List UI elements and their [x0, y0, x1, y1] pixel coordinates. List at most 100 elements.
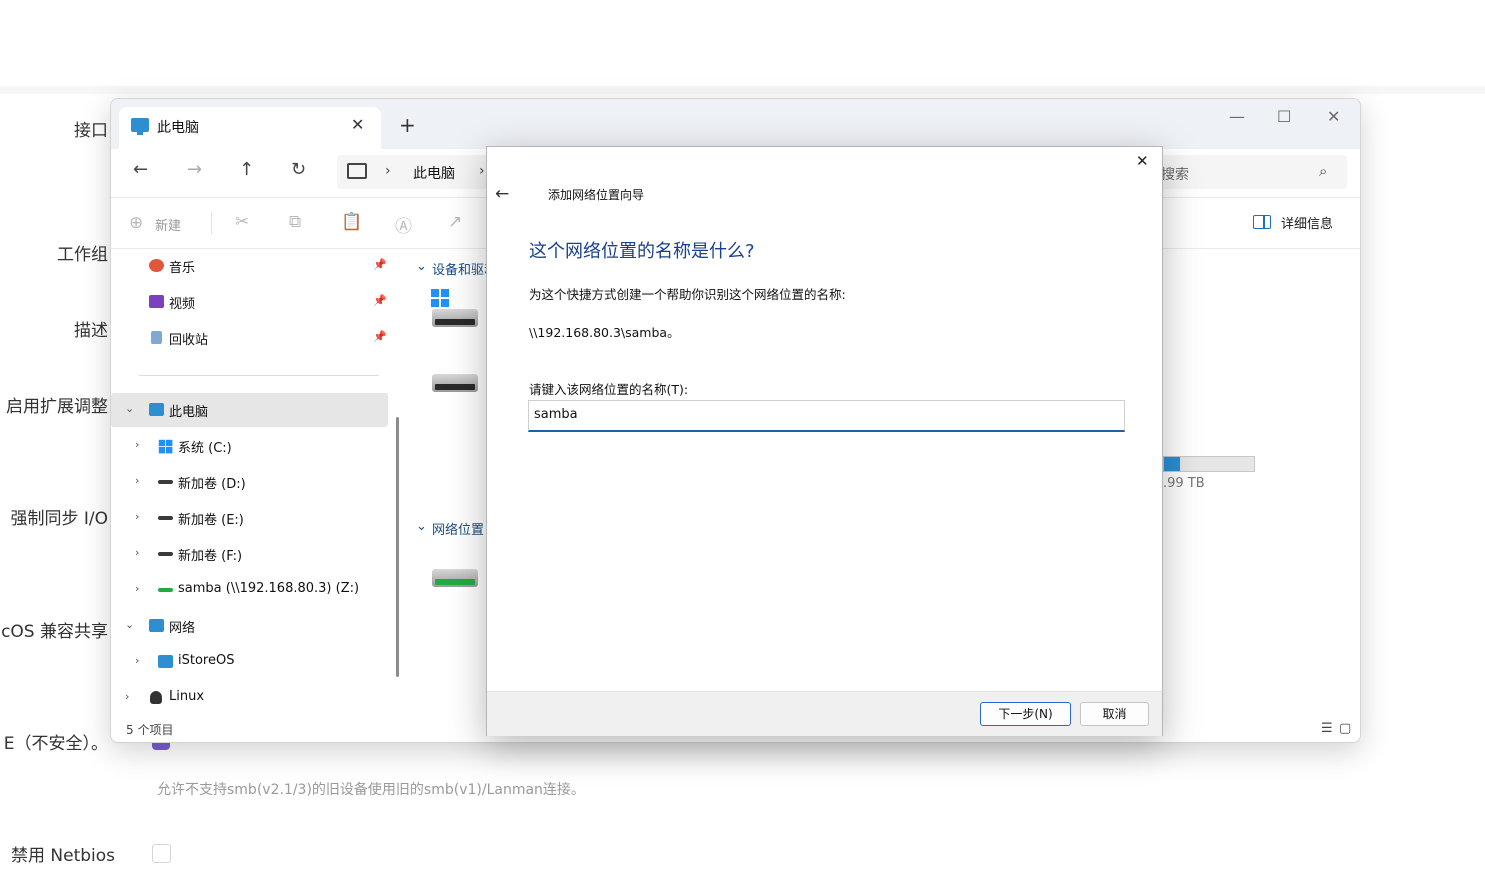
setting-label-macos-compat: acOS 兼容共享 — [0, 622, 108, 642]
windows-drive-icon — [158, 439, 173, 454]
chevron-right-icon[interactable]: › — [135, 582, 139, 595]
tab-close-icon[interactable]: ✕ — [351, 115, 364, 134]
network-drive-icon — [158, 588, 173, 592]
network-path: \\192.168.80.3\samba。 — [529, 325, 680, 340]
sidebar-item-linux[interactable]: › Linux — [111, 681, 388, 715]
name-input-label: 请键入该网络位置的名称(T): — [529, 382, 689, 397]
rename-icon[interactable]: Ⓐ — [395, 212, 412, 237]
chevron-right-icon[interactable]: › — [135, 474, 139, 487]
drive-d-icon[interactable] — [432, 374, 478, 392]
drive-icon — [158, 552, 173, 556]
breadcrumb-chevron-2[interactable]: › — [479, 163, 485, 179]
sidebar-label: 此电脑 — [169, 405, 209, 420]
group-network-chevron[interactable]: ⌄ — [416, 519, 427, 534]
sidebar-label: 音乐 — [169, 261, 196, 276]
setting-description-smb1: 允许不支持smb(v2.1/3)的旧设备使用旧的smb(v1)/Lanman连接… — [157, 782, 585, 798]
sidebar-label: 回收站 — [169, 333, 209, 348]
forward-button[interactable]: → — [187, 159, 202, 180]
new-tab-button[interactable]: + — [399, 115, 416, 135]
drive-icon — [158, 480, 173, 484]
drive-c-icon[interactable] — [432, 309, 478, 327]
network-icon — [149, 619, 164, 632]
paste-icon[interactable]: 📋 — [341, 212, 362, 232]
pin-icon: 📌 — [373, 294, 387, 307]
group-header-network-locations[interactable]: 网络位置 — [432, 519, 484, 538]
chevron-right-icon[interactable]: › — [135, 438, 139, 451]
maximize-button[interactable]: ☐ — [1277, 107, 1291, 126]
computer-icon — [149, 403, 164, 416]
dialog-instruction: 为这个快捷方式创建一个帮助你识别这个网络位置的名称: — [529, 287, 846, 302]
add-network-location-wizard: ✕ ← 添加网络位置向导 这个网络位置的名称是什么? 为这个快捷方式创建一个帮助… — [486, 146, 1163, 736]
breadcrumb-chevron[interactable]: › — [385, 163, 391, 179]
chevron-right-icon[interactable]: › — [135, 546, 139, 559]
drive-usage-bar — [1163, 456, 1255, 472]
chevron-down-icon[interactable]: ⌄ — [125, 618, 134, 631]
minimize-button[interactable]: — — [1229, 107, 1245, 126]
setting-label-insecure: E（不安全）。 — [3, 734, 108, 754]
drive-icon — [158, 516, 173, 520]
navigation-pane: 音乐 📌 视频 📌 回收站 📌 ⌄ 此电脑 › 系统 (C:) › 新加卷 (D… — [111, 249, 396, 715]
setting-label-disable-netbios: 禁用 Netbios — [11, 846, 116, 866]
sidebar-label: 系统 (C:) — [178, 441, 232, 456]
location-name-input[interactable]: samba — [528, 400, 1125, 432]
pin-icon: 📌 — [373, 330, 387, 343]
sidebar-item-samba-drive[interactable]: › samba (\\192.168.80.3) (Z:) — [111, 573, 388, 607]
tab-this-pc[interactable]: 此电脑 ✕ — [119, 107, 381, 149]
next-button[interactable]: 下一步(N) — [980, 702, 1071, 726]
sidebar-item-drive-d[interactable]: › 新加卷 (D:) — [111, 465, 388, 499]
tile-view-icon[interactable]: ▢ — [1339, 721, 1351, 736]
recycle-bin-icon — [151, 331, 162, 344]
setting-label-description: 描述 — [74, 321, 108, 341]
cancel-button[interactable]: 取消 — [1080, 702, 1149, 726]
setting-label-interface: 接口 — [74, 121, 108, 141]
copy-icon[interactable]: ⧉ — [289, 212, 301, 232]
item-count: 5 个项目 — [126, 723, 174, 737]
sidebar-item-istoreos[interactable]: › iStoreOS — [111, 645, 388, 679]
toolbar-divider — [211, 212, 212, 234]
tab-title: 此电脑 — [157, 120, 199, 136]
title-bar: 此电脑 ✕ + — ☐ ✕ — [111, 99, 1360, 149]
dialog-heading: 这个网络位置的名称是什么? — [529, 241, 755, 262]
sidebar-item-drive-f[interactable]: › 新加卷 (F:) — [111, 537, 388, 571]
list-view-icon[interactable]: ☰ — [1321, 721, 1333, 736]
linux-penguin-icon — [150, 691, 162, 704]
sidebar-label: 新加卷 (E:) — [178, 513, 244, 528]
dialog-back-button[interactable]: ← — [495, 184, 509, 204]
chevron-right-icon[interactable]: › — [125, 690, 129, 703]
breadcrumb-this-pc[interactable]: 此电脑 — [413, 163, 455, 183]
sidebar-scrollbar[interactable] — [396, 417, 399, 677]
share-icon[interactable]: ↗ — [448, 212, 462, 232]
location-name-value: samba — [534, 407, 578, 422]
up-button[interactable]: ↑ — [239, 159, 254, 180]
new-button[interactable]: 新建 — [155, 215, 181, 234]
refresh-button[interactable]: ↻ — [291, 159, 306, 180]
chevron-right-icon[interactable]: › — [135, 654, 139, 667]
new-icon[interactable]: ⊕ — [129, 213, 143, 233]
music-icon — [149, 259, 164, 272]
sidebar-item-recycle-bin[interactable]: 回收站 📌 — [111, 321, 388, 355]
chevron-down-icon[interactable]: ⌄ — [125, 402, 134, 415]
back-button[interactable]: ← — [133, 159, 148, 180]
dialog-close-button[interactable]: ✕ — [1136, 152, 1149, 170]
drive-usage-fill — [1164, 457, 1181, 471]
sidebar-item-drive-c[interactable]: › 系统 (C:) — [111, 429, 388, 463]
sidebar-label: 新加卷 (D:) — [178, 477, 246, 492]
sidebar-item-music[interactable]: 音乐 📌 — [111, 249, 388, 283]
search-input[interactable]: 搜索 ⌕ — [1151, 155, 1347, 189]
sidebar-item-this-pc[interactable]: ⌄ 此电脑 — [111, 393, 388, 427]
cut-icon[interactable]: ✂ — [235, 212, 249, 232]
monitor-icon — [347, 163, 367, 179]
search-placeholder: 搜索 — [1161, 167, 1189, 183]
windows-logo-icon — [431, 289, 449, 307]
close-window-button[interactable]: ✕ — [1327, 107, 1340, 126]
computer-icon — [158, 655, 173, 668]
group-devices-chevron[interactable]: ⌄ — [416, 259, 427, 274]
sidebar-label: iStoreOS — [178, 653, 235, 668]
sidebar-item-network[interactable]: ⌄ 网络 — [111, 609, 388, 643]
background-band — [0, 86, 1485, 94]
disable-netbios-checkbox[interactable] — [152, 844, 171, 863]
sidebar-item-drive-e[interactable]: › 新加卷 (E:) — [111, 501, 388, 535]
network-drive-icon[interactable] — [432, 569, 478, 587]
sidebar-item-videos[interactable]: 视频 📌 — [111, 285, 388, 319]
chevron-right-icon[interactable]: › — [135, 510, 139, 523]
